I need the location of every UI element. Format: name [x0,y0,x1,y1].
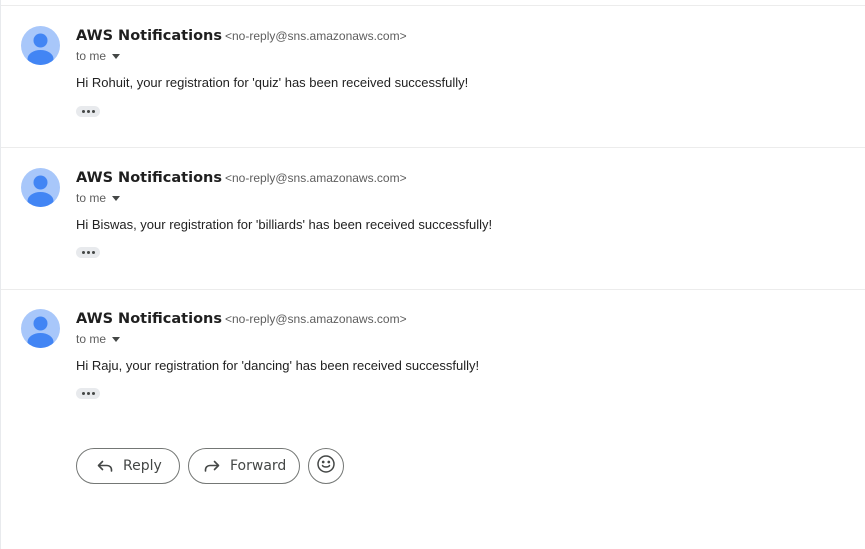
recipient-label: to me [76,191,107,205]
sender-email: <no-reply@sns.amazonaws.com> [225,171,407,185]
sender-line: AWS Notifications <no-reply@sns.amazonaws… [76,310,407,328]
dot-icon [91,110,95,113]
forward-button[interactable]: Forward [188,448,300,484]
reply-label: Reply [123,458,162,474]
person-avatar-icon[interactable] [21,26,60,65]
dot-icon [91,392,95,395]
message-body: Hi Raju, your registration for 'dancing'… [76,358,480,373]
sender-name[interactable]: AWS Notifications [76,170,222,186]
dot-icon [81,392,85,395]
recipient-details-toggle[interactable]: to me [76,48,121,64]
sender-line: AWS Notifications <no-reply@sns.amazonaws… [76,169,407,187]
dot-icon [81,110,85,113]
reply-arrow-icon [96,457,114,475]
emoji-reaction-button[interactable] [308,448,344,484]
email-message: AWS Notifications <no-reply@sns.amazonaws… [1,6,865,148]
dot-icon [86,392,90,395]
forward-arrow-icon [203,457,221,475]
dot-icon [81,251,85,254]
recipient-label: to me [76,332,107,346]
person-avatar-icon[interactable] [21,309,60,348]
dot-icon [86,110,90,113]
person-avatar-icon[interactable] [21,168,60,207]
forward-label: Forward [230,458,287,474]
message-body: Hi Rohuit, your registration for 'quiz' … [76,75,469,90]
recipient-details-toggle[interactable]: to me [76,190,121,206]
reply-button[interactable]: Reply [76,448,180,484]
sender-line: AWS Notifications <no-reply@sns.amazonaws… [76,27,407,45]
email-message: AWS Notifications <no-reply@sns.amazonaws… [1,289,865,549]
chevron-down-icon [112,196,121,201]
recipient-details-toggle[interactable]: to me [76,331,121,347]
sender-email: <no-reply@sns.amazonaws.com> [225,312,407,326]
show-trimmed-content-button[interactable] [76,106,100,117]
message-body: Hi Biswas, your registration for 'billia… [76,217,493,232]
sender-email: <no-reply@sns.amazonaws.com> [225,29,407,43]
sender-name[interactable]: AWS Notifications [76,311,222,327]
smiley-icon [316,454,336,479]
show-trimmed-content-button[interactable] [76,247,100,258]
recipient-label: to me [76,49,107,63]
chevron-down-icon [112,54,121,59]
dot-icon [86,251,90,254]
show-trimmed-content-button[interactable] [76,388,100,399]
sender-name[interactable]: AWS Notifications [76,28,222,44]
email-thread: AWS Notifications <no-reply@sns.amazonaws… [0,0,865,549]
email-message: AWS Notifications <no-reply@sns.amazonaws… [1,148,865,290]
chevron-down-icon [112,337,121,342]
dot-icon [91,251,95,254]
